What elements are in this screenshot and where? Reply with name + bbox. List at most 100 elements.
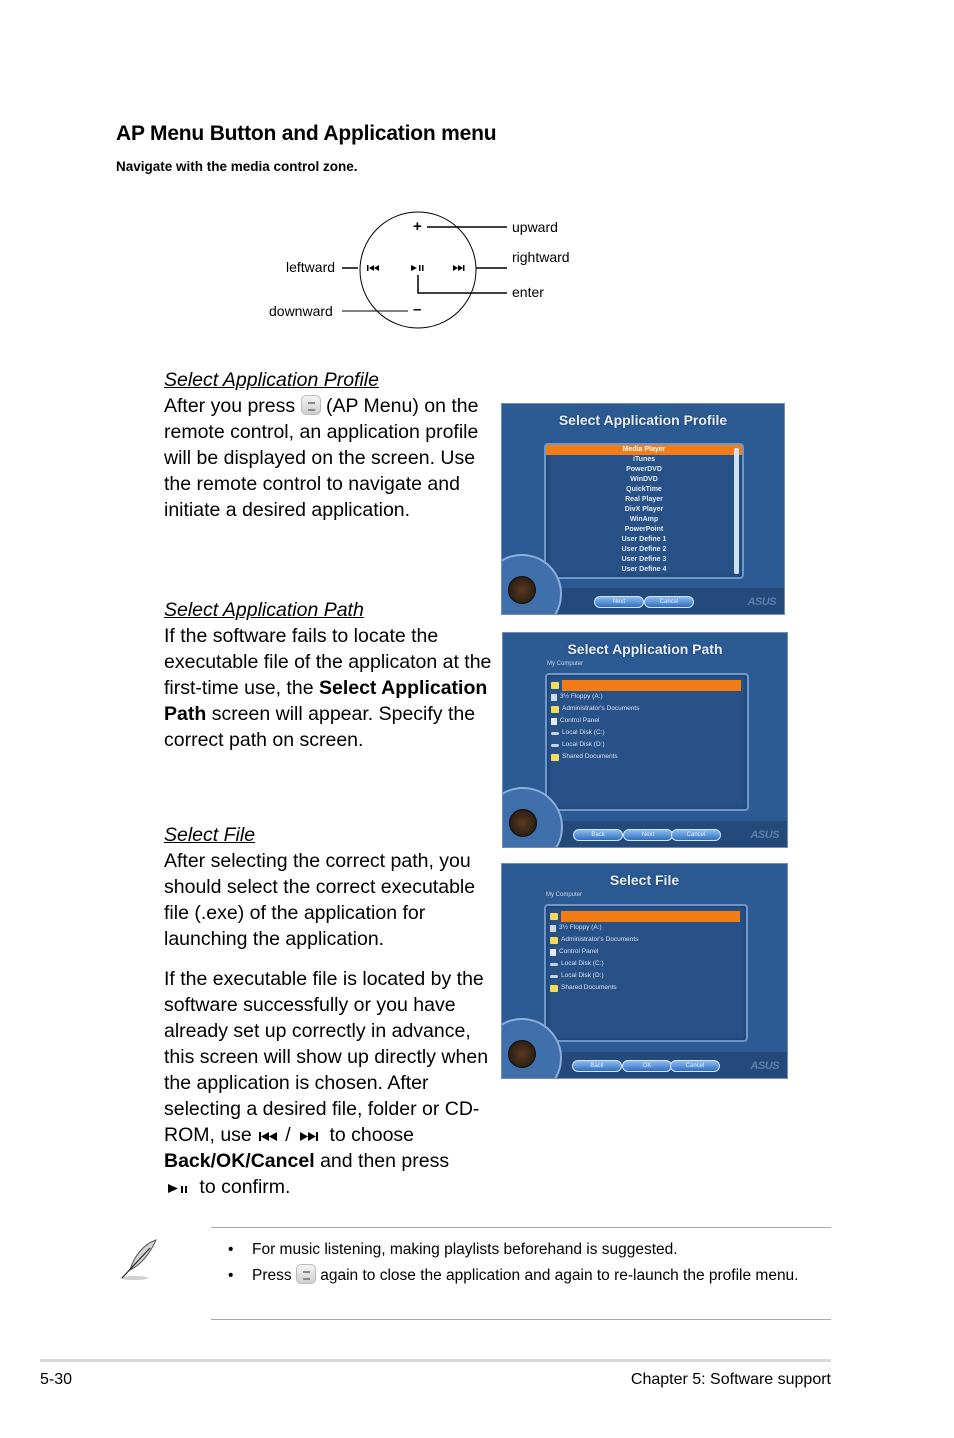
path-list-panel: 3½ Floppy (A:) Administrator's Documents C… <box>545 673 749 811</box>
path-list-item[interactable]: Local Disk (C:) <box>547 727 747 739</box>
scrollbar[interactable] <box>734 448 739 574</box>
floppy-icon <box>550 924 556 932</box>
profile-list-item[interactable]: Media Player <box>546 445 742 455</box>
play-pause-icon <box>411 265 424 271</box>
section-bold-text: Back/OK/Cancel <box>164 1150 315 1172</box>
profile-list-item[interactable]: iTunes <box>546 455 742 465</box>
bullet: • <box>228 1241 234 1258</box>
file-list-item[interactable] <box>546 910 746 922</box>
disk-icon <box>551 743 559 747</box>
next-button[interactable]: Next <box>623 829 673 841</box>
next-button[interactable]: Next <box>594 596 644 608</box>
disk-icon <box>551 731 559 735</box>
item-label: Local Disk (C:) <box>562 729 605 736</box>
profile-list-item[interactable]: DivX Player <box>546 505 742 515</box>
folder-icon <box>550 936 558 944</box>
profile-list-item[interactable]: QuickTime <box>546 485 742 495</box>
profile-list-item[interactable]: WinDVD <box>546 475 742 485</box>
slash-text: / <box>285 1124 291 1146</box>
item-label: Control Panel <box>559 948 599 955</box>
section-select-file: Select File After selecting the correct … <box>164 822 494 1200</box>
location-label: My Computer <box>546 892 583 898</box>
file-list-item[interactable]: Local Disk (C:) <box>546 958 746 970</box>
floppy-icon <box>551 693 557 701</box>
file-list: 3½ Floppy (A:) Administrator's Documents C… <box>546 910 746 994</box>
panel-icon <box>551 717 557 725</box>
section-select-application-path: Select Application Path If the software … <box>164 597 494 753</box>
previous-track-icon <box>367 265 379 271</box>
leftward-label: leftward <box>286 259 336 275</box>
folder-icon <box>551 681 559 689</box>
note-list: • For music listening, making playlists … <box>222 1237 822 1289</box>
path-list-item[interactable]: Shared Documents <box>547 751 747 763</box>
path-list-item[interactable]: 3½ Floppy (A:) <box>547 691 747 703</box>
back-button[interactable]: Back <box>572 1060 622 1072</box>
profile-list-item[interactable]: PowerPoint <box>546 525 742 535</box>
section-text: and then press <box>320 1150 450 1172</box>
profile-list-item[interactable]: User Define 4 <box>546 565 742 575</box>
file-list-panel: 3½ Floppy (A:) Administrator's Documents C… <box>544 904 748 1042</box>
section-text: to confirm. <box>199 1176 291 1198</box>
section-paragraph: After selecting the correct path, you sh… <box>164 850 476 950</box>
upward-label: upward <box>512 219 558 235</box>
selection-highlight <box>562 679 741 691</box>
profile-list-item[interactable]: User Define 1 <box>546 535 742 545</box>
plus-symbol: + <box>413 218 422 235</box>
profile-list-item[interactable]: WinAmp <box>546 515 742 525</box>
ok-button[interactable]: OK <box>622 1060 672 1072</box>
media-control-diagram: + – upward rightward enter leftward down… <box>260 205 600 335</box>
back-button[interactable]: Back <box>573 829 623 841</box>
cancel-button[interactable]: Cancel <box>671 829 721 841</box>
downward-label: downward <box>269 303 333 319</box>
profile-list: Media Player iTunes PowerDVD WinDVD QuickTim… <box>546 445 742 575</box>
profile-list-item[interactable]: User Define 2 <box>546 545 742 555</box>
enter-leader-line <box>417 275 507 294</box>
dial-center <box>508 1040 536 1068</box>
section-text: screen will appear. Specify the correct … <box>164 703 476 751</box>
dial-center <box>508 576 536 604</box>
section-heading: Select Application Profile <box>164 369 379 391</box>
footer-divider <box>40 1359 831 1362</box>
page-number: 5-30 <box>40 1371 73 1388</box>
section-text: After you press <box>164 395 296 417</box>
item-label: Administrator's Documents <box>562 705 640 712</box>
section-heading: Select Application Path <box>164 599 364 621</box>
note-text: again to close the application and again… <box>320 1267 799 1284</box>
profile-list-item[interactable]: Real Player <box>546 495 742 505</box>
path-list-item[interactable] <box>547 679 747 691</box>
disk-icon <box>550 962 558 966</box>
profile-list-item[interactable]: PowerDVD <box>546 465 742 475</box>
file-list-item[interactable]: Control Panel <box>546 946 746 958</box>
item-label: 3½ Floppy (A:) <box>559 924 602 931</box>
rightward-label: rightward <box>512 249 570 265</box>
note-item: • Press again to close the application a… <box>222 1263 822 1289</box>
minus-symbol: – <box>413 301 422 318</box>
path-list-item[interactable]: Local Disk (D:) <box>547 739 747 751</box>
chapter-title: Chapter 5: Software support <box>630 1371 831 1388</box>
bullet: • <box>228 1267 234 1284</box>
location-label: My Computer <box>547 661 584 667</box>
section-text: to choose <box>329 1124 415 1146</box>
item-label: Administrator's Documents <box>561 936 639 943</box>
note-text: Press <box>252 1267 292 1284</box>
file-list-item[interactable]: Shared Documents <box>546 982 746 994</box>
path-list-item[interactable]: Control Panel <box>547 715 747 727</box>
cancel-button[interactable]: Cancel <box>670 1060 720 1072</box>
selection-highlight <box>561 910 740 922</box>
profile-list-item[interactable]: User Define 3 <box>546 555 742 565</box>
file-list-item[interactable]: 3½ Floppy (A:) <box>546 922 746 934</box>
file-list-item[interactable]: Administrator's Documents <box>546 934 746 946</box>
folder-icon <box>550 912 558 920</box>
path-list-item[interactable]: Administrator's Documents <box>547 703 747 715</box>
file-list-item[interactable]: Local Disk (D:) <box>546 970 746 982</box>
previous-track-icon <box>259 1131 278 1141</box>
note-top-divider <box>211 1227 831 1228</box>
asus-logo: ASUS <box>750 829 779 841</box>
screenshot-select-file: Select File My Computer 3½ Floppy (A:) Ad… <box>501 863 788 1079</box>
section-select-application-profile: Select Application Profile After you pre… <box>164 367 494 523</box>
cancel-button[interactable]: Cancel <box>644 596 694 608</box>
folder-icon <box>551 753 559 761</box>
screen-title: Select File <box>609 872 680 888</box>
item-label: Shared Documents <box>561 984 617 991</box>
enter-label: enter <box>512 284 544 300</box>
